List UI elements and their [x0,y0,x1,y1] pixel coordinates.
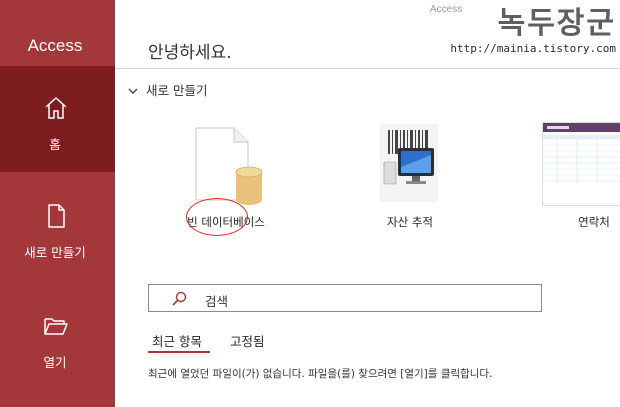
asset-tracking-icon [380,124,438,202]
watermark: 녹두장군 http://mainia.tistory.com [448,4,616,55]
app-brand: Access [27,36,83,55]
new-section-toggle[interactable]: 새로 만들기 [128,80,207,99]
nav-label-home: 홈 [49,137,61,152]
chevron-down-icon [128,83,138,98]
contacts-template-icon [543,123,620,183]
nav-item-home[interactable]: 홈 [0,66,115,172]
new-document-icon [48,204,65,228]
nav-label-open: 열기 [43,355,67,370]
template-label-contacts: 연락처 [578,215,610,229]
search-input[interactable]: 검색 [148,284,542,312]
annotation-circle [186,198,248,236]
nav-label-new: 새로 만들기 [24,245,86,260]
divider [115,68,620,69]
new-section-label: 새로 만들기 [146,83,208,98]
page-title: 안녕하세요. [148,43,232,63]
template-blank-database[interactable] [184,122,264,206]
template-contacts[interactable] [542,122,620,206]
folder-open-icon [44,318,68,335]
tab-recent-underline [148,351,210,353]
watermark-title: 녹두장군 [497,6,616,41]
sidebar: Access 홈 새로 만들기 열기 [0,0,115,407]
tab-recent[interactable]: 최근 항목 [152,331,202,350]
search-placeholder: 검색 [205,294,229,309]
nav-item-open[interactable]: 열기 [0,284,115,390]
recent-empty-message: 최근에 열었던 파일이(가) 없습니다. 파일을(를) 찾으려면 [열기]를 클… [148,368,493,380]
blank-database-icon [195,127,263,205]
nav-item-new[interactable]: 새로 만들기 [0,174,115,280]
tab-pinned[interactable]: 고정됨 [230,331,265,350]
home-icon [45,97,67,119]
search-icon [172,291,187,306]
watermark-url: http://mainia.tistory.com [450,42,616,55]
template-label-asset: 자산 추적 [387,215,433,229]
template-asset-tracking[interactable] [378,122,442,206]
